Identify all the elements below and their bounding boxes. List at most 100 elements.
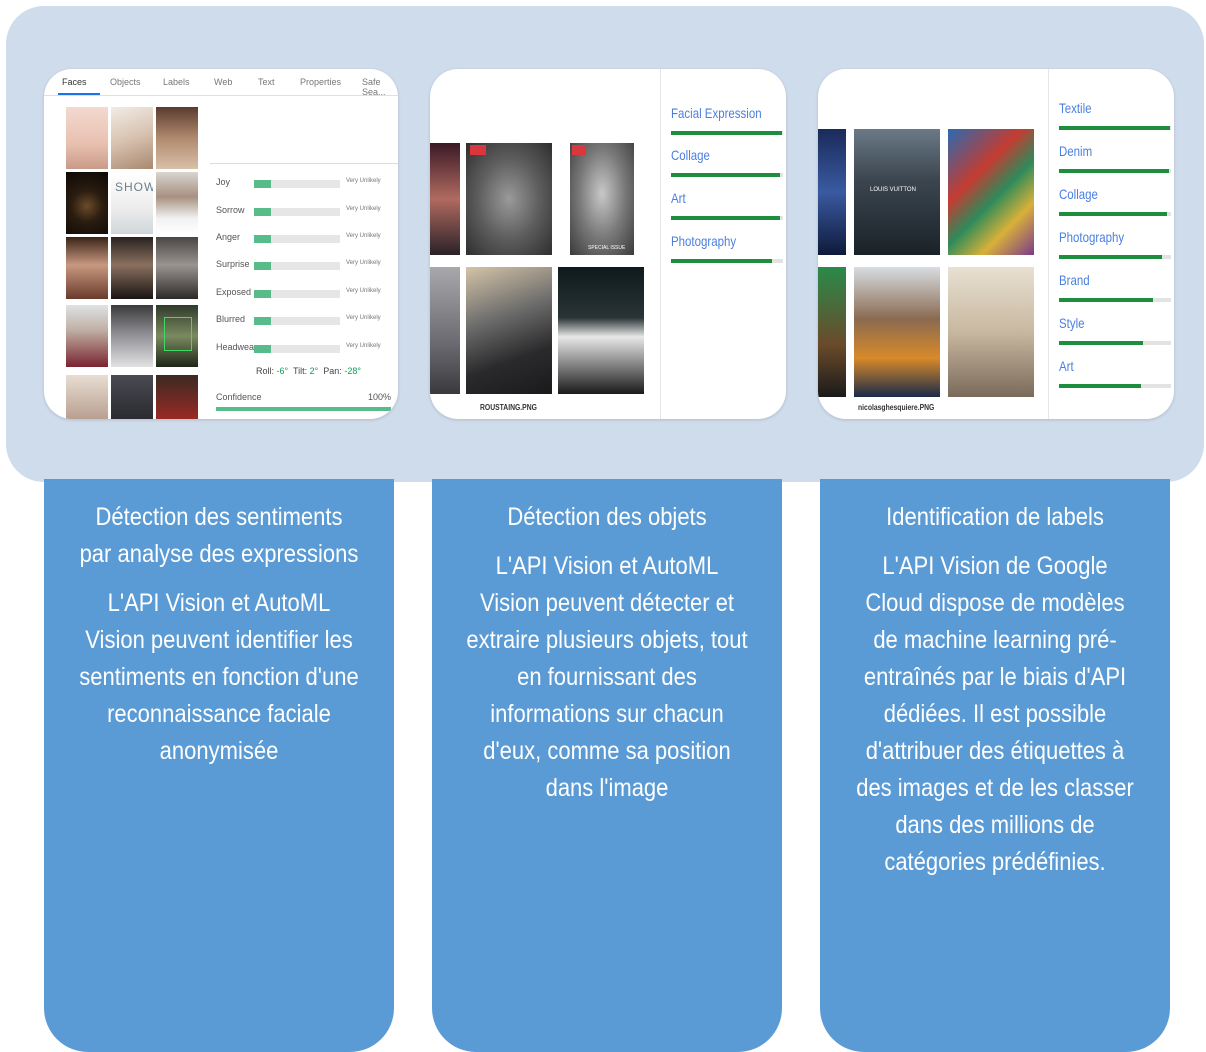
face-thumbnail[interactable] [66, 107, 108, 169]
label-item[interactable]: Collage [671, 147, 783, 177]
label-score-bar [671, 216, 783, 220]
emotion-bar [254, 208, 340, 216]
card-body: L'API Vision et AutoML Vision peuvent id… [79, 589, 359, 765]
emotion-bar [254, 262, 340, 270]
panel-divider [210, 163, 398, 164]
logo-badge [470, 145, 486, 155]
collage-image: SPECIAL ISSUE [430, 141, 660, 396]
emotion-bar [254, 180, 340, 188]
emotion-likelihood: Very Unlikely [346, 206, 381, 212]
label-score-bar [671, 131, 783, 135]
tab-labels[interactable]: Labels [163, 77, 190, 87]
label-score-bar [671, 259, 783, 263]
label-item[interactable]: Art [671, 190, 783, 220]
emotion-row-surprise: Surprise Very Unlikely [214, 259, 394, 273]
face-thumbnail[interactable]: SHOW [111, 172, 153, 234]
face-thumbnail[interactable] [66, 375, 108, 419]
label-name: Textile [1059, 100, 1092, 116]
pan-label: Pan: [323, 366, 342, 376]
emotion-bar [254, 290, 340, 298]
emotion-row-exposed: Exposed Very Unlikely [214, 287, 394, 301]
label-score-bar [1059, 341, 1171, 345]
emotion-row-anger: Anger Very Unlikely [214, 232, 394, 246]
tab-text[interactable]: Text [258, 77, 275, 87]
face-thumbnail[interactable] [111, 107, 153, 169]
emotion-label: Surprise [216, 259, 250, 269]
face-thumbnail[interactable] [156, 237, 198, 299]
objects-screenshot: SPECIAL ISSUE ROUSTAING.PNG Facial Expre… [430, 69, 786, 419]
label-item[interactable]: Textile [1059, 100, 1171, 130]
label-score-bar [1059, 384, 1171, 388]
confidence-bar [216, 407, 391, 411]
face-thumbnail[interactable] [66, 305, 108, 367]
face-thumbnail[interactable] [66, 172, 108, 234]
collage-photo [466, 267, 552, 394]
labels-screenshot: LOUIS VUITTON nicolasghesquiere.PNG Text… [818, 69, 1174, 419]
collage-photo [430, 267, 460, 394]
label-name: Brand [1059, 272, 1090, 288]
tilt-value: 2° [309, 366, 319, 376]
face-thumbnail-selected[interactable] [156, 305, 198, 367]
object-detection-card: Détection des objets L'API Vision et Aut… [432, 479, 782, 1052]
emotion-label: Anger [216, 232, 241, 242]
emotion-label: Blurred [216, 314, 246, 324]
tab-properties[interactable]: Properties [300, 77, 341, 87]
emotion-label: Headwear [216, 342, 258, 352]
filename-label: nicolasghesquiere.PNG [858, 403, 935, 412]
collage-photo [558, 267, 644, 394]
face-thumbnail[interactable] [111, 237, 153, 299]
tilt-label: Tilt: [292, 366, 308, 376]
face-thumbnail[interactable] [111, 375, 153, 419]
tab-web[interactable]: Web [214, 77, 232, 87]
label-item[interactable]: Collage [1059, 186, 1171, 216]
confidence-row: Confidence 100% [216, 392, 391, 411]
face-thumbnail[interactable] [111, 305, 153, 367]
collage-image: LOUIS VUITTON [818, 127, 1046, 399]
label-item[interactable]: Brand [1059, 272, 1171, 302]
label-score-bar [1059, 169, 1171, 173]
card-body: L'API Vision de Google Cloud dispose de … [856, 552, 1134, 876]
collage-photo [466, 143, 552, 255]
label-name: Art [1059, 358, 1074, 374]
active-tab-indicator [58, 93, 100, 95]
face-thumbnail[interactable] [156, 172, 198, 234]
confidence-value: 100% [367, 392, 391, 402]
show-text: SHOW [115, 180, 153, 194]
label-item[interactable]: Denim [1059, 143, 1171, 173]
label-name: Photography [1059, 229, 1125, 245]
collage-photo: SPECIAL ISSUE [570, 143, 634, 255]
label-score-bar [1059, 126, 1171, 130]
tab-safe-search[interactable]: Safe Sea... [362, 77, 398, 97]
label-item[interactable]: Photography [671, 233, 783, 263]
label-name: Collage [671, 147, 710, 163]
card-title: Identification de labels [886, 503, 1104, 531]
face-thumbnail[interactable] [156, 107, 198, 169]
face-thumbnail[interactable] [66, 237, 108, 299]
labels-panel: Textile Denim Collage Photography Brand … [1048, 69, 1174, 419]
emotion-label: Sorrow [216, 205, 245, 215]
collage-photo [430, 143, 460, 255]
tab-faces[interactable]: Faces [62, 77, 87, 87]
collage-photo [948, 267, 1034, 397]
emotion-bar [254, 345, 340, 353]
collage-photo [818, 267, 846, 397]
sentiment-detection-card: Détection des sentiments par analyse des… [44, 479, 394, 1052]
logo-badge [572, 145, 586, 155]
label-name: Collage [1059, 186, 1098, 202]
emotion-bar [254, 317, 340, 325]
label-score-bar [1059, 212, 1171, 216]
face-thumbnail[interactable] [156, 375, 198, 419]
emotion-label: Exposed [216, 287, 252, 297]
tab-objects[interactable]: Objects [110, 77, 141, 87]
label-item[interactable]: Facial Expression [671, 105, 783, 135]
label-item[interactable]: Photography [1059, 229, 1171, 259]
face-angles: Roll: -6° Tilt: 2° Pan: -28° [256, 366, 361, 376]
label-score-bar [1059, 298, 1171, 302]
emotion-label: Joy [216, 177, 231, 187]
louis-vuitton-text: LOUIS VUITTON [870, 187, 916, 193]
label-item[interactable]: Art [1059, 358, 1171, 388]
label-item[interactable]: Style [1059, 315, 1171, 345]
collage-photo [948, 129, 1034, 255]
filename-label: ROUSTAING.PNG [480, 403, 537, 412]
face-bounding-box [164, 317, 192, 351]
